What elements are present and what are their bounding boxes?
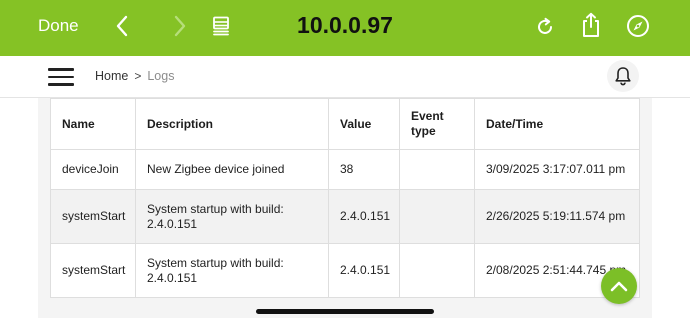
- cell-datetime: 2/26/2025 5:19:11.574 pm: [474, 189, 640, 244]
- table-header-row: Name Description Value Event type Date/T…: [50, 98, 640, 150]
- chevron-up-icon: [610, 281, 628, 292]
- chevron-right-icon[interactable]: [172, 14, 188, 38]
- breadcrumb-home[interactable]: Home: [95, 69, 128, 83]
- url-field[interactable]: 10.0.0.97: [297, 12, 393, 38]
- share-icon[interactable]: [579, 11, 603, 39]
- logs-table: Name Description Value Event type Date/T…: [50, 98, 640, 298]
- column-header-datetime[interactable]: Date/Time: [474, 98, 640, 150]
- cell-name: deviceJoin: [50, 149, 136, 190]
- breadcrumb-separator: >: [134, 69, 142, 83]
- compass-icon[interactable]: [626, 14, 650, 38]
- column-header-description[interactable]: Description: [135, 98, 329, 150]
- done-button[interactable]: Done: [38, 16, 79, 36]
- column-header-value[interactable]: Value: [328, 98, 400, 150]
- breadcrumb: Home > Logs: [95, 69, 174, 83]
- breadcrumb-current: Logs: [147, 69, 175, 83]
- column-header-event-type[interactable]: Event type: [399, 98, 475, 150]
- cell-datetime: 3/09/2025 3:17:07.011 pm: [474, 149, 640, 190]
- cell-event-type: [399, 149, 475, 190]
- cell-description: New Zigbee device joined: [135, 149, 329, 190]
- chevron-left-icon[interactable]: [114, 14, 130, 38]
- scroll-to-top-button[interactable]: [601, 268, 637, 304]
- cell-value: 38: [328, 149, 400, 190]
- table-row[interactable]: systemStart System startup with build: 2…: [50, 189, 640, 244]
- cell-value: 2.4.0.151: [328, 243, 400, 298]
- home-indicator: [256, 309, 434, 314]
- cell-name: systemStart: [50, 189, 136, 244]
- reload-icon[interactable]: [533, 15, 557, 39]
- notifications-button[interactable]: [607, 60, 639, 92]
- cell-description: System startup with build: 2.4.0.151: [135, 243, 329, 298]
- table-row[interactable]: deviceJoin New Zigbee device joined 38 3…: [50, 149, 640, 190]
- reader-icon[interactable]: [210, 15, 232, 37]
- browser-toolbar: Done 10.0.0.97: [0, 0, 690, 56]
- page: Done 10.0.0.97 Home > Logs Name Descript…: [0, 0, 690, 318]
- menu-icon[interactable]: [48, 68, 74, 86]
- cell-description: System startup with build: 2.4.0.151: [135, 189, 329, 244]
- logs-panel: Name Description Value Event type Date/T…: [38, 98, 652, 318]
- cell-event-type: [399, 189, 475, 244]
- cell-name: systemStart: [50, 243, 136, 298]
- cell-event-type: [399, 243, 475, 298]
- column-header-name[interactable]: Name: [50, 98, 136, 150]
- app-header: Home > Logs: [0, 56, 690, 98]
- table-row[interactable]: systemStart System startup with build: 2…: [50, 243, 640, 298]
- cell-value: 2.4.0.151: [328, 189, 400, 244]
- bell-icon: [615, 67, 631, 86]
